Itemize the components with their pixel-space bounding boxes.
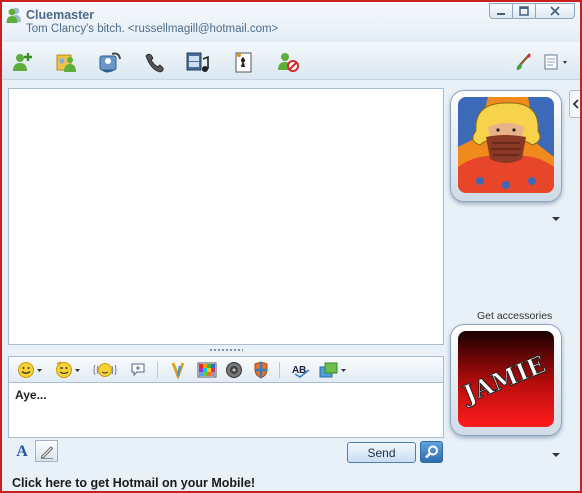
font-icon: A: [16, 443, 28, 460]
messenger-buddy-icon: [6, 7, 21, 23]
voice-clip-button[interactable]: [130, 360, 148, 379]
dropdown-arrow-icon: [552, 453, 560, 457]
spell-check-button[interactable]: A B: [291, 360, 311, 379]
background-grid-icon: [197, 362, 217, 377]
my-avatar: JAMIE: [458, 331, 554, 427]
menu-icon: [544, 54, 567, 70]
spell-check-icon: A B: [292, 365, 310, 378]
film-music-icon: [186, 52, 209, 72]
hotmail-mobile-link[interactable]: Click here to get Hotmail on your Mobile…: [12, 476, 255, 490]
status-bar: Click here to get Hotmail on your Mobile…: [2, 468, 580, 491]
shield-pencil-icon: [254, 360, 268, 379]
title-bar: Cluemaster Tom Clancy's bitch. <russellm…: [2, 2, 580, 42]
ink-button[interactable]: [252, 360, 270, 379]
compose-toolbar: A B: [8, 356, 444, 382]
theme-button[interactable]: [511, 50, 537, 74]
conversation-history[interactable]: [8, 88, 444, 345]
show-menu-button[interactable]: [541, 50, 571, 74]
wink-icon: [56, 360, 80, 378]
emoticon-button[interactable]: [17, 360, 45, 379]
splitter-grip[interactable]: [209, 348, 243, 352]
contact-avatar: [458, 97, 554, 193]
games-icon: [235, 52, 252, 73]
share-files-button[interactable]: [54, 50, 80, 74]
send-gift-button[interactable]: [169, 360, 187, 379]
close-button[interactable]: [535, 3, 575, 19]
separator: [279, 362, 280, 378]
comic-hero-avatar-image: [458, 97, 554, 193]
nudge-icon: [93, 362, 117, 377]
minimize-button[interactable]: [489, 3, 513, 19]
phone-handset-icon: [145, 53, 164, 73]
my-display-picture[interactable]: JAMIE: [450, 324, 562, 436]
background-button[interactable]: [197, 360, 217, 379]
my-picture-options[interactable]: [551, 448, 561, 457]
maximize-icon: [519, 6, 529, 16]
wink-button[interactable]: [55, 360, 83, 379]
block-button[interactable]: [275, 50, 301, 74]
contact-name: Cluemaster: [26, 8, 95, 22]
call-button[interactable]: [142, 50, 168, 74]
window-controls: [489, 3, 575, 19]
search-icon: [424, 445, 438, 459]
nudge-button[interactable]: [93, 360, 117, 379]
contact-display-picture[interactable]: [450, 90, 562, 202]
minimize-icon: [497, 13, 505, 15]
sound-button[interactable]: [225, 360, 243, 379]
messenger-window: Cluemaster Tom Clancy's bitch. <russellm…: [0, 0, 582, 493]
message-input[interactable]: Aye...: [8, 382, 444, 438]
invite-contact-button[interactable]: [9, 50, 35, 74]
font-button[interactable]: A: [12, 442, 32, 462]
search-button[interactable]: [420, 441, 443, 463]
get-accessories-link[interactable]: Get accessories: [477, 310, 552, 322]
window-menu-icon: [319, 362, 346, 377]
emoticon-icon: [18, 361, 42, 378]
pencil-icon: [40, 446, 53, 459]
maximize-button[interactable]: [512, 3, 536, 19]
voice-clip-icon: [131, 363, 145, 376]
invite-contact-icon: [13, 53, 32, 71]
games-button[interactable]: [231, 50, 257, 74]
gift-icon: [171, 361, 185, 379]
send-button[interactable]: Send: [347, 442, 416, 463]
share-files-icon: [56, 54, 76, 72]
paint-brush-icon: [516, 53, 531, 70]
chevron-left-icon: [572, 99, 579, 109]
jamie-logo-avatar-image: JAMIE: [458, 331, 554, 427]
window-menu-button[interactable]: [319, 360, 349, 379]
contact-status-message: Tom Clancy's bitch. <russellmagill@hotma…: [26, 23, 279, 35]
conversation-toolbar: [2, 42, 580, 80]
webcam-button[interactable]: [97, 50, 123, 74]
webcam-icon: [99, 52, 121, 73]
dropdown-arrow-icon: [552, 217, 560, 221]
contact-picture-options[interactable]: [551, 212, 561, 221]
speaker-icon: [226, 361, 242, 378]
close-icon: [550, 6, 560, 16]
handwriting-button[interactable]: [35, 440, 58, 462]
collapse-sidebar-button[interactable]: [569, 90, 580, 118]
activities-button[interactable]: [185, 50, 211, 74]
separator: [157, 362, 158, 378]
block-contact-icon: [278, 53, 299, 72]
